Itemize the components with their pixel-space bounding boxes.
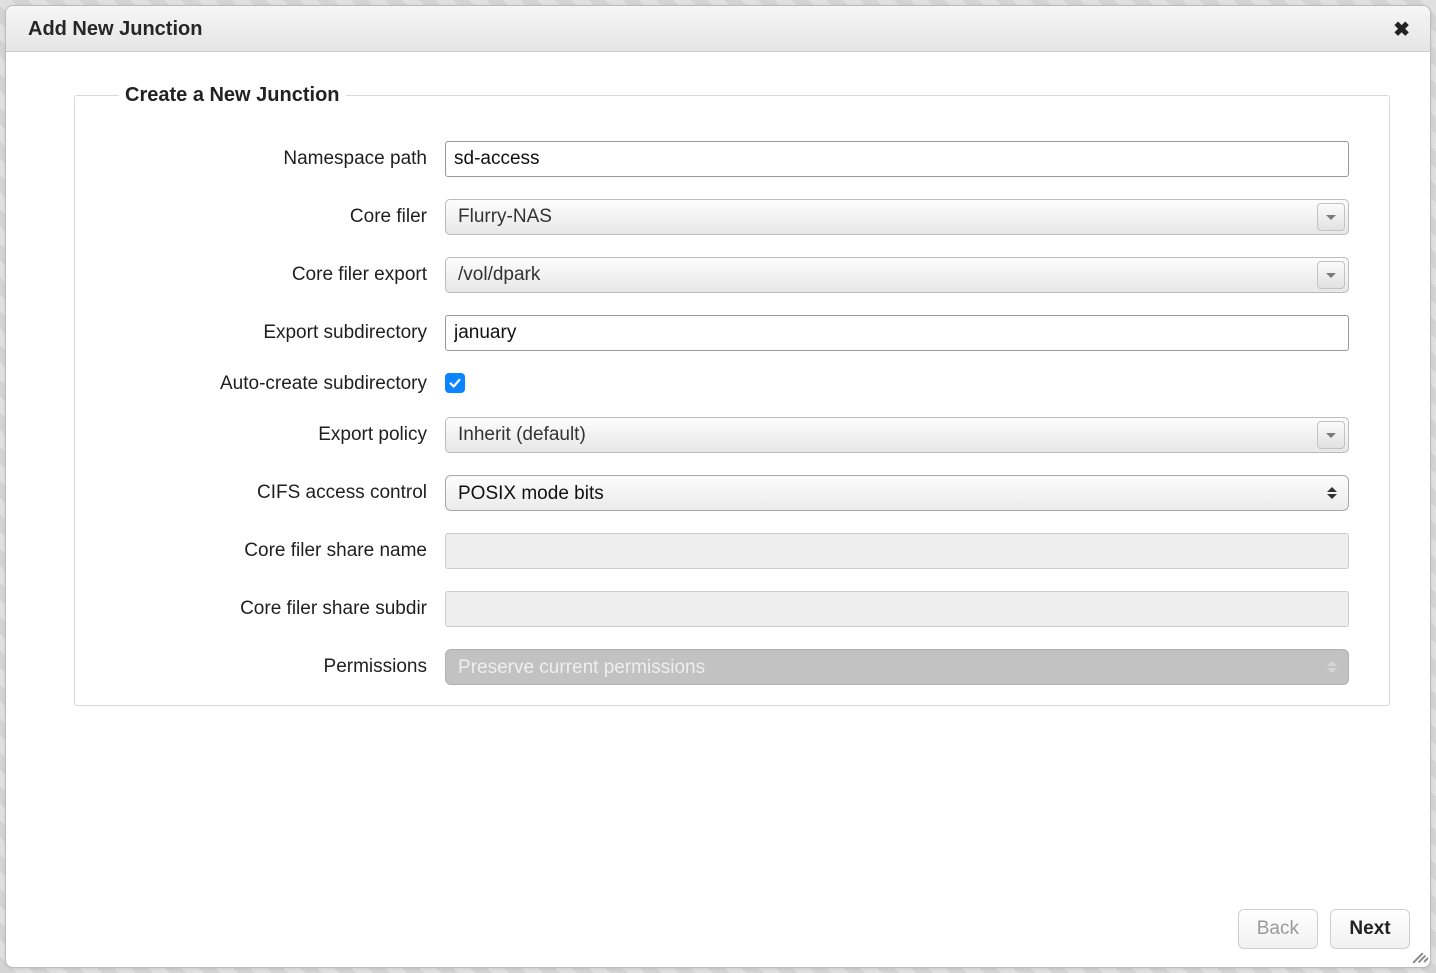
add-junction-dialog: Add New Junction ✖ Create a New Junction… <box>5 5 1431 968</box>
export-policy-label: Export policy <box>115 424 445 446</box>
auto-create-checkbox[interactable] <box>445 373 465 393</box>
dialog-title: Add New Junction <box>28 18 202 41</box>
chevron-down-icon <box>1317 261 1345 289</box>
export-subdir-label: Export subdirectory <box>115 322 445 344</box>
resize-grip-icon <box>1410 947 1426 963</box>
permissions-select: Preserve current permissions <box>445 649 1349 685</box>
core-filer-export-label: Core filer export <box>115 264 445 286</box>
core-filer-export-select[interactable]: /vol/dpark <box>445 257 1349 293</box>
next-button[interactable]: Next <box>1330 909 1410 949</box>
share-subdir-label: Core filer share subdir <box>115 598 445 620</box>
core-filer-value: Flurry-NAS <box>458 206 552 228</box>
cifs-access-label: CIFS access control <box>115 482 445 504</box>
share-name-label: Core filer share name <box>115 540 445 562</box>
permissions-label: Permissions <box>115 656 445 678</box>
core-filer-label: Core filer <box>115 206 445 228</box>
namespace-path-input[interactable] <box>445 141 1349 177</box>
chevron-down-icon <box>1317 203 1345 231</box>
chevron-down-icon <box>1317 421 1345 449</box>
dialog-body: Create a New Junction Namespace path Cor… <box>6 52 1430 899</box>
dialog-header: Add New Junction ✖ <box>6 6 1430 52</box>
cifs-access-select[interactable]: POSIX mode bits <box>445 475 1349 511</box>
group-legend: Create a New Junction <box>119 84 346 107</box>
back-button: Back <box>1238 909 1318 949</box>
export-subdir-input[interactable] <box>445 315 1349 351</box>
close-icon[interactable]: ✖ <box>1393 20 1410 40</box>
create-junction-group: Create a New Junction Namespace path Cor… <box>74 84 1390 706</box>
export-policy-select[interactable]: Inherit (default) <box>445 417 1349 453</box>
share-subdir-input <box>445 591 1349 627</box>
core-filer-export-value: /vol/dpark <box>458 264 540 286</box>
dialog-footer: Back Next <box>6 899 1430 967</box>
share-name-input <box>445 533 1349 569</box>
core-filer-select[interactable]: Flurry-NAS <box>445 199 1349 235</box>
export-policy-value: Inherit (default) <box>458 424 586 446</box>
namespace-path-label: Namespace path <box>115 148 445 170</box>
auto-create-label: Auto-create subdirectory <box>115 373 445 395</box>
